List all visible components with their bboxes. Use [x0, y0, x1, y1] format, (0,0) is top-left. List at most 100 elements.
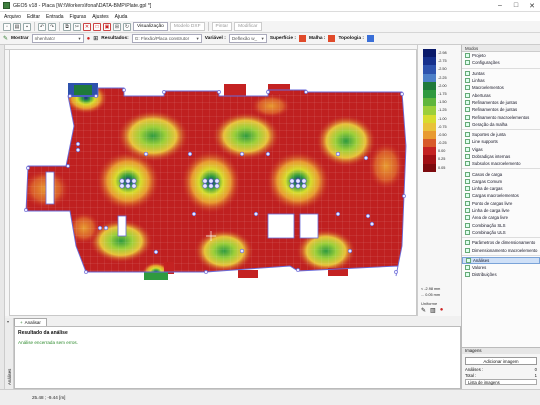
modes-header: Modos	[462, 45, 540, 52]
mode-item[interactable]: Linhas	[462, 77, 540, 84]
add-image-button[interactable]: Adicionar imagem	[465, 357, 537, 365]
legend-label: -2.50	[438, 67, 447, 72]
mode-item[interactable]: Valores	[462, 264, 540, 271]
mode-item[interactable]: Aberturas	[462, 91, 540, 98]
mode-item[interactable]: Combinação SLS	[462, 222, 540, 229]
legend-label: 0.00	[438, 149, 446, 154]
mode-item-label: Área de carga livre	[472, 215, 509, 221]
mode-item[interactable]: Subsolos macroelemento	[462, 160, 540, 167]
results-select[interactable]: G: Flexão/Placa construtor ▾	[131, 34, 202, 43]
clear-icon[interactable]: ▣	[103, 22, 111, 31]
mode-item-icon	[465, 114, 470, 120]
mode-item[interactable]: Juntas	[462, 70, 540, 77]
mode-item[interactable]: Cargas Comum	[462, 178, 540, 185]
show-select[interactable]: nhenhatcr ▾	[31, 34, 84, 43]
ruler-top	[5, 45, 417, 50]
mode-item[interactable]: Análises	[462, 256, 540, 265]
maximize-button[interactable]: □	[508, 0, 524, 12]
mode-item[interactable]: Cargas macroelementos	[462, 192, 540, 199]
legend-swatch	[423, 89, 436, 99]
visualization-button[interactable]: Visualização	[133, 22, 168, 31]
menu-ajustes[interactable]: Ajustes	[92, 14, 108, 20]
mode-item-icon	[465, 107, 470, 113]
mode-item[interactable]: Suportes de junta	[462, 131, 540, 138]
variable-select[interactable]: Deflexão w_ ▾	[228, 34, 267, 43]
legend-label: -2.25	[438, 75, 447, 80]
legend-uniform-option[interactable]: Uniforme	[421, 301, 437, 306]
grid-toggle-icon[interactable]: ⊞	[93, 35, 98, 42]
ruler-icon[interactable]: ▥	[430, 307, 436, 314]
mode-item[interactable]: Casos de carga	[462, 170, 540, 177]
mode-item-label: Suportes de junta	[472, 132, 506, 138]
mode-item[interactable]: Linha de cargas	[462, 185, 540, 192]
tab-analysis[interactable]: + Analisar	[14, 318, 47, 326]
image-list-button[interactable]: Lista de imagens	[465, 379, 537, 385]
mode-item[interactable]: Refinamento macroelementos	[462, 113, 540, 120]
close-button[interactable]: ✕	[524, 0, 540, 12]
print-button[interactable]: Pintar	[211, 22, 233, 31]
mode-item[interactable]: Ponto de cargas livre	[462, 200, 540, 207]
surface-color-icon[interactable]	[298, 35, 306, 42]
mode-item-icon	[465, 208, 470, 214]
undo-icon[interactable]: ↶	[38, 22, 46, 31]
mode-item[interactable]: Projeto	[462, 52, 540, 59]
cut-icon[interactable]: ✂	[73, 22, 81, 31]
mode-separator	[462, 167, 540, 170]
mode-item-icon	[465, 171, 470, 177]
plate-contour-plot[interactable]	[6, 46, 417, 316]
mode-item-label: Refinamento macroelementos	[472, 114, 530, 120]
app-icon	[3, 2, 10, 9]
collapse-icon[interactable]: ▾	[7, 319, 12, 324]
mode-item-icon	[465, 193, 470, 199]
mode-separator	[462, 128, 540, 130]
save-icon[interactable]: ▪	[23, 22, 31, 31]
mode-item[interactable]: Parâmetros de dimensionamento	[462, 239, 540, 246]
mode-item-label: Line supports	[472, 139, 498, 145]
open-file-icon[interactable]: ▤	[13, 22, 21, 31]
legend-tools: ✎ ▥ ●	[421, 307, 443, 314]
mode-item[interactable]: Configurações	[462, 59, 540, 66]
mode-item[interactable]: Line supports	[462, 138, 540, 145]
wrench-icon[interactable]: ✎	[421, 307, 426, 314]
mode-item[interactable]: Dobradiças internas	[462, 153, 540, 160]
mode-item[interactable]: Área de carga livre	[462, 214, 540, 221]
model-dxf-button[interactable]: Modelo DXF	[169, 22, 205, 31]
menu-entrada[interactable]: Entrada	[46, 14, 64, 20]
modify-button[interactable]: Modificar	[234, 22, 262, 31]
copy-icon[interactable]: ⧉	[63, 22, 71, 31]
mode-item[interactable]: Vigas	[462, 146, 540, 153]
menu-figuras[interactable]: Figuras	[70, 14, 87, 20]
mode-item-icon	[465, 186, 470, 192]
mode-item[interactable]: Macroelementos	[462, 84, 540, 91]
menu-arquivo[interactable]: Arquivo	[4, 14, 21, 20]
minimize-button[interactable]: –	[492, 0, 508, 12]
new-file-icon[interactable]: ▫	[3, 22, 11, 31]
record-icon[interactable]: ●	[87, 36, 91, 42]
legend-label: -2.98	[438, 51, 447, 55]
grid-icon[interactable]: ⊞	[113, 22, 121, 31]
topology-color-icon[interactable]	[366, 35, 374, 42]
menu-editar[interactable]: Editar	[27, 14, 40, 20]
rect-select-icon[interactable]: □	[93, 22, 101, 31]
menu-ajuda[interactable]: Ajuda	[115, 14, 128, 20]
mode-item[interactable]: Distribuições	[462, 271, 540, 278]
analysis-results-area: Resultado da análise Análise encerrada s…	[14, 326, 461, 389]
mode-item[interactable]: Refinamentos de juntas	[462, 99, 540, 106]
mode-item[interactable]: Refinamentos de juntas	[462, 106, 540, 113]
refresh-icon[interactable]: ↻	[123, 22, 131, 31]
ruler-left	[5, 50, 10, 316]
mode-item[interactable]: Geração da malha	[462, 121, 540, 128]
mode-item[interactable]: Combinação ULS	[462, 229, 540, 236]
delete-icon[interactable]: ✕	[83, 22, 91, 31]
mode-item-icon	[465, 265, 470, 271]
mesh-color-icon[interactable]	[328, 35, 336, 42]
mode-item[interactable]: Linha de carga livre	[462, 207, 540, 214]
pin-icon[interactable]: ●	[440, 307, 444, 314]
legend-swatch	[423, 106, 436, 115]
mode-item-label: Subsolos macroelemento	[472, 161, 521, 167]
drawing-canvas[interactable]	[5, 45, 417, 316]
mode-item-icon	[465, 222, 470, 228]
redo-icon[interactable]: ↷	[48, 22, 56, 31]
mode-item[interactable]: Dimensionamento macroelemento	[462, 246, 540, 253]
mode-item-label: Aberturas	[472, 92, 491, 98]
